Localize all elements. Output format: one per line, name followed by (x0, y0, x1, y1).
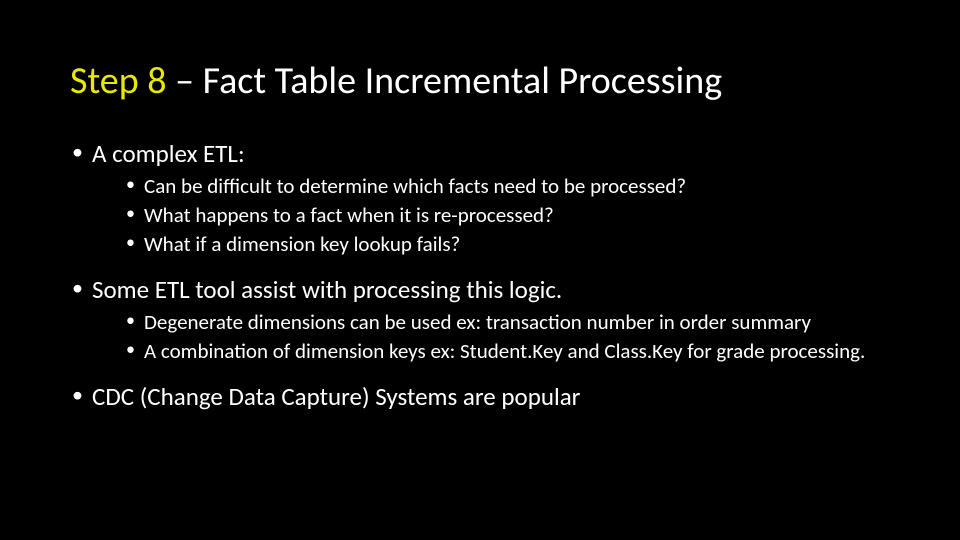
sub-bullet-item: Degenerate dimensions can be used ex: tr… (124, 309, 890, 336)
bullet-text: CDC (Change Data Capture) Systems are po… (92, 381, 580, 412)
bullet-list: A complex ETL: Can be difficult to deter… (70, 138, 890, 412)
sub-bullet-item: What happens to a fact when it is re-pro… (124, 202, 890, 229)
sub-bullet-list: Degenerate dimensions can be used ex: tr… (92, 309, 890, 365)
slide-title: Step 8 – Fact Table Incremental Processi… (70, 60, 890, 104)
bullet-item: CDC (Change Data Capture) Systems are po… (70, 381, 890, 412)
sub-bullet-item: What if a dimension key lookup fails? (124, 231, 890, 258)
bullet-text: Some ETL tool assist with processing thi… (92, 274, 562, 305)
bullet-text: A complex ETL: (92, 138, 245, 169)
title-rest: – Fact Table Incremental Processing (167, 58, 723, 104)
sub-bullet-item: Can be difficult to determine which fact… (124, 173, 890, 200)
sub-bullet-item: A combination of dimension keys ex: Stud… (124, 338, 890, 365)
title-accent: Step 8 (70, 58, 167, 104)
sub-bullet-list: Can be difficult to determine which fact… (92, 173, 890, 258)
bullet-item: Some ETL tool assist with processing thi… (70, 274, 890, 365)
bullet-item: A complex ETL: Can be difficult to deter… (70, 138, 890, 258)
slide: Step 8 – Fact Table Incremental Processi… (0, 0, 960, 540)
